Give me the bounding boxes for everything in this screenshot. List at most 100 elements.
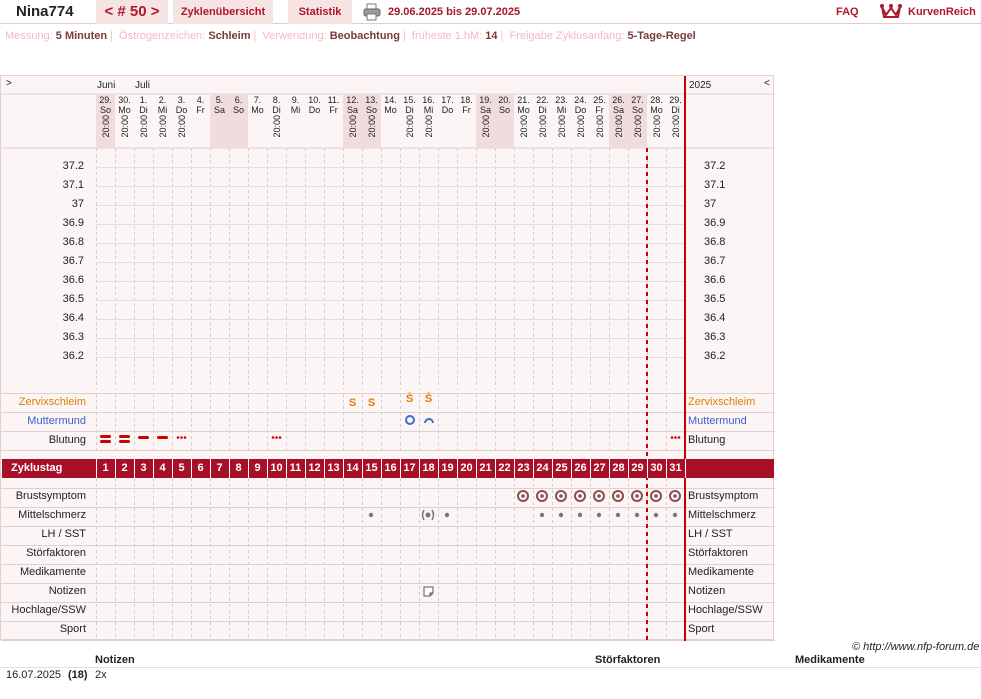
day-header-column[interactable]: 14. Mo (381, 95, 400, 148)
day-header-column[interactable]: 19. Sa 20:00 (476, 95, 495, 148)
tab-statistik[interactable]: Statistik (288, 0, 352, 24)
temp-label-left: 36.8 (62, 236, 84, 248)
temp-label-right: 36.2 (704, 350, 726, 362)
cycle-bar-separator (172, 459, 173, 478)
setting-value: 5-Tage-Regel (627, 30, 696, 42)
day-header-column[interactable]: 16. Mi 20:00 (419, 95, 438, 148)
day-header-column[interactable]: 28. Mo 20:00 (647, 95, 666, 148)
cycle-day-number: 13 (327, 462, 340, 474)
day-header-column[interactable]: 20. So (495, 95, 514, 148)
cycle-day-number: 10 (270, 462, 283, 474)
cycle-bar-separator (571, 459, 572, 478)
cycle-navigation[interactable]: < # 50 > (96, 0, 168, 24)
cycle-bar-separator (438, 459, 439, 478)
day-time: 20:00 (632, 115, 643, 138)
day-header-column[interactable]: 24. Do 20:00 (571, 95, 590, 148)
notes-header: Notizen (95, 654, 135, 666)
day-time: 20:00 (119, 115, 130, 138)
day-header-column[interactable]: 7. Mo (248, 95, 267, 148)
day-header-column[interactable]: 22. Di 20:00 (533, 95, 552, 148)
day-header-column[interactable]: 9. Mi (286, 95, 305, 148)
day-header-column[interactable]: 15. Di 20:00 (400, 95, 419, 148)
setting-label: früheste 1.hM: (411, 30, 483, 42)
day-header-column[interactable]: 27. So 20:00 (628, 95, 647, 148)
medikamente-header: Medikamente (795, 654, 865, 666)
day-date: 15. (403, 95, 416, 105)
cycle-chart: > < 2025 Juni Juli 29. So 20:00 30. Mo 20:00 1… (0, 75, 775, 641)
temp-label-left: 36.6 (62, 274, 84, 286)
day-header-column[interactable]: 26. Sa 20:00 (609, 95, 628, 148)
day-header-column[interactable]: 18. Fr (457, 95, 476, 148)
day-weekday: Fr (196, 105, 205, 115)
day-header-column[interactable]: 12. Sa 20:00 (343, 95, 362, 148)
temp-label-left: 37.1 (62, 179, 84, 191)
day-date: 22. (536, 95, 549, 105)
cycle-day-number: 6 (197, 462, 204, 474)
cycle-bar-separator (609, 459, 610, 478)
tab-zyklenuebersicht[interactable]: Zyklenübersicht (173, 0, 273, 24)
day-header-column[interactable]: 1. Di 20:00 (134, 95, 153, 148)
next-arrow[interactable]: < (764, 78, 770, 89)
print-icon[interactable] (363, 3, 381, 21)
day-time: 20:00 (404, 115, 415, 138)
day-header-column[interactable]: 23. Mi 20:00 (552, 95, 571, 148)
cycle-bar-separator (210, 459, 211, 478)
setting-value: Beobachtung (329, 30, 400, 42)
cervix-mark: S (367, 397, 376, 409)
day-time: 20:00 (157, 115, 168, 138)
day-time: 20:00 (138, 115, 149, 138)
cycle-day-number: 17 (403, 462, 416, 474)
setting-label: Östrogenzeichen: (119, 30, 206, 42)
cycle-day-number: 15 (365, 462, 378, 474)
day-time: 20:00 (556, 115, 567, 138)
cervix-mark: Ṡ (424, 393, 433, 405)
day-weekday: Mo (251, 105, 264, 115)
day-weekday: Fr (595, 105, 604, 115)
day-header-column[interactable]: 29. Di 20:00 (666, 95, 685, 148)
brand-name[interactable]: KurvenReich (908, 0, 976, 24)
day-weekday: So (498, 105, 510, 115)
cycle-day-number: 30 (650, 462, 663, 474)
day-header-column[interactable]: 2. Mi 20:00 (153, 95, 172, 148)
copyright[interactable]: © http://www.nfp-forum.de (852, 641, 979, 653)
day-header-column[interactable]: 11. Fr (324, 95, 343, 148)
month-label: Juni (97, 80, 116, 91)
day-weekday: Fr (462, 105, 471, 115)
day-header-column[interactable]: 10. Do (305, 95, 324, 148)
day-date: 7. (253, 95, 262, 105)
day-header-column[interactable]: 30. Mo 20:00 (115, 95, 134, 148)
day-header-column[interactable]: 29. So 20:00 (96, 95, 115, 148)
day-date: 30. (118, 95, 131, 105)
temp-label-right: 36.4 (704, 312, 726, 324)
day-header-column[interactable]: 3. Do 20:00 (172, 95, 191, 148)
day-time: 20:00 (100, 115, 111, 138)
day-time: 20:00 (423, 115, 434, 138)
day-header-column[interactable]: 13. So 20:00 (362, 95, 381, 148)
cycle-day-number: 8 (235, 462, 242, 474)
cycle-day-number: 9 (254, 462, 261, 474)
day-header-column[interactable]: 6. So (229, 95, 248, 148)
prev-arrow[interactable]: > (6, 78, 12, 89)
temp-label-left: 36.3 (62, 331, 84, 343)
day-date: 17. (441, 95, 454, 105)
day-header-column[interactable]: 17. Do (438, 95, 457, 148)
faq-link[interactable]: FAQ (836, 0, 859, 24)
row-label-mittelschmerz: Mittelschmerz (18, 509, 86, 521)
day-header-column[interactable]: 25. Fr 20:00 (590, 95, 609, 148)
user-name: Nina774 (16, 3, 74, 20)
cycle-bar-separator (381, 459, 382, 478)
row-label-mittelschmerz-right: Mittelschmerz (688, 509, 756, 521)
cycle-bar-separator (248, 459, 249, 478)
day-header-column[interactable]: 21. Mo 20:00 (514, 95, 533, 148)
stoerfaktoren-header: Störfaktoren (595, 654, 661, 666)
temp-label-left: 36.9 (62, 217, 84, 229)
day-weekday: Sa (479, 105, 491, 115)
day-header-column[interactable]: 4. Fr (191, 95, 210, 148)
cycle-day-number: 26 (574, 462, 587, 474)
day-weekday: Mo (384, 105, 397, 115)
crown-logo-icon[interactable] (880, 2, 902, 20)
cycle-bar-separator (305, 459, 306, 478)
day-header-column[interactable]: 8. Di 20:00 (267, 95, 286, 148)
day-header-column[interactable]: 5. Sa (210, 95, 229, 148)
cycle-bar-separator (628, 459, 629, 478)
